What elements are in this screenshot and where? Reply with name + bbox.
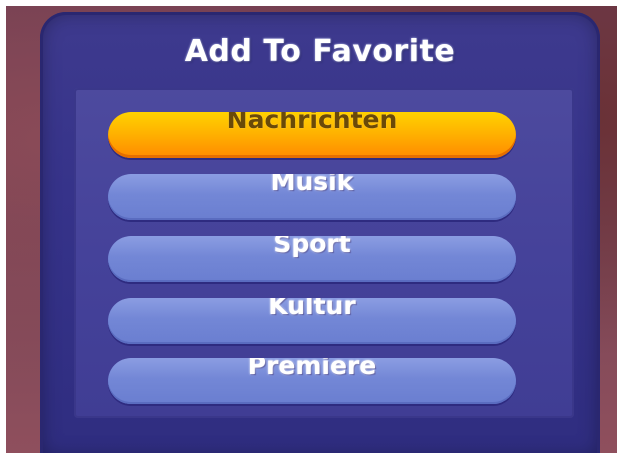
favorite-group-label: Nachrichten [226, 112, 398, 134]
add-to-favorite-dialog: Add To Favorite Nachrichten Musik Sport … [40, 12, 600, 453]
favorite-group-list: Nachrichten Musik Sport Kultur Premiere [74, 88, 574, 418]
favorite-group-label: Premiere [247, 358, 377, 380]
dialog-title: Add To Favorite [184, 34, 456, 69]
favorite-group-premiere[interactable]: Premiere [108, 358, 516, 404]
favorite-group-label: Sport [273, 236, 351, 258]
favorite-group-nachrichten[interactable]: Nachrichten [108, 112, 516, 158]
favorite-group-label: Musik [270, 174, 354, 196]
tv-background: Add To Favorite Nachrichten Musik Sport … [6, 6, 617, 453]
favorite-group-label: Kultur [268, 298, 356, 320]
favorite-group-musik[interactable]: Musik [108, 174, 516, 220]
favorite-group-sport[interactable]: Sport [108, 236, 516, 282]
favorite-group-kultur[interactable]: Kultur [108, 298, 516, 344]
